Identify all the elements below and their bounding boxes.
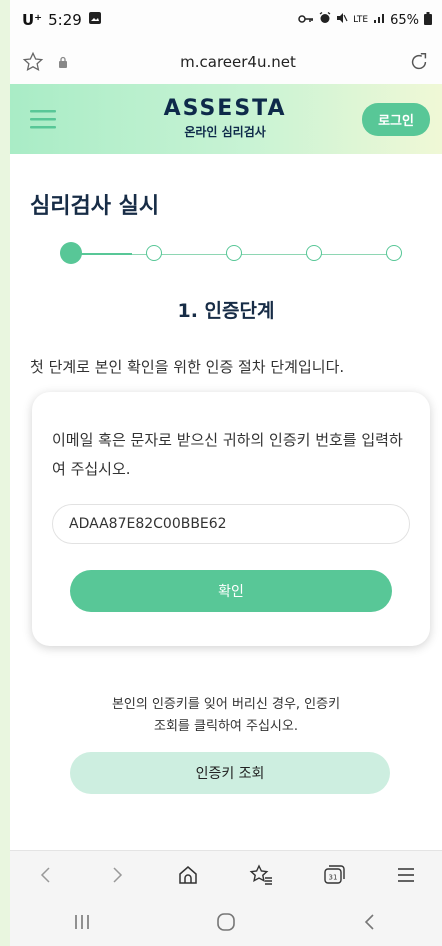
browser-toolbar: 31 <box>10 850 442 899</box>
home-icon[interactable] <box>177 864 199 886</box>
menu-icon[interactable] <box>395 864 417 886</box>
app-header: ASSESTA 온라인 심리검사 로그인 <box>10 84 442 154</box>
forgot-key-note: 본인의 인증키를 잊어 버리신 경우, 인증키 조회를 클릭하여 주십시오. <box>10 694 442 738</box>
auth-card: 이메일 혹은 문자로 받으신 귀하의 인증키 번호를 입력하여 주십시오. 확인 <box>32 392 430 646</box>
main-content: 심리검사 실시 1. 인증단계 첫 단계로 본인 확인을 위한 인증 절차 단계… <box>10 154 442 850</box>
battery-icon <box>424 11 432 29</box>
mute-icon <box>336 12 348 28</box>
signal-icon <box>373 12 385 28</box>
android-nav-bar <box>10 898 442 946</box>
home-nav-icon[interactable] <box>215 911 237 933</box>
logo[interactable]: ASSESTA 온라인 심리검사 <box>164 98 287 140</box>
logo-title: ASSESTA <box>163 96 287 121</box>
back-nav-icon[interactable] <box>359 911 381 933</box>
status-bar: U⁺ 5:29 LTE 65% <box>10 0 442 40</box>
step-2-dot <box>146 245 162 261</box>
step-heading: 1. 인증단계 <box>177 300 275 322</box>
progress-stepper <box>60 242 402 266</box>
browser-url-bar: m.career4u.net <box>10 40 442 84</box>
forward-arrow-icon[interactable] <box>106 864 128 886</box>
step-4-dot <box>306 245 322 261</box>
back-arrow-icon[interactable] <box>35 864 57 886</box>
step-5-dot <box>386 245 402 261</box>
hamburger-menu-icon[interactable] <box>30 108 58 130</box>
step-1-dot <box>60 242 82 264</box>
logo-subtitle: 온라인 심리검사 <box>184 125 266 139</box>
confirm-button[interactable]: 확인 <box>70 570 392 612</box>
url-text[interactable]: m.career4u.net <box>68 53 408 71</box>
step-3-dot <box>226 245 242 261</box>
recent-apps-icon[interactable] <box>71 913 93 931</box>
status-left: U⁺ 5:29 <box>22 11 102 29</box>
key-icon <box>298 13 314 28</box>
clock: 5:29 <box>48 11 82 29</box>
bookmarks-icon[interactable] <box>249 864 273 886</box>
battery-label: 65% <box>390 12 419 28</box>
carrier-label: U⁺ <box>22 11 43 29</box>
note-line-2: 조회를 클릭하여 주십시오. <box>154 719 298 734</box>
alarm-icon <box>319 11 331 28</box>
page-title: 심리검사 실시 <box>30 194 160 219</box>
svg-text:31: 31 <box>329 874 338 882</box>
auth-instructions: 이메일 혹은 문자로 받으신 귀하의 인증키 번호를 입력하여 주십시오. <box>52 431 403 478</box>
note-line-1: 본인의 인증키를 잊어 버리신 경우, 인증키 <box>111 697 341 712</box>
auth-key-input[interactable] <box>52 504 410 544</box>
intro-text: 첫 단계로 본인 확인을 위한 인증 절차 단계입니다. <box>30 358 345 376</box>
status-right: LTE 65% <box>298 11 432 29</box>
login-button[interactable]: 로그인 <box>362 102 430 136</box>
gallery-icon <box>88 11 102 29</box>
key-lookup-button[interactable]: 인증키 조회 <box>70 752 390 794</box>
tabs-icon[interactable]: 31 <box>322 864 346 886</box>
reload-icon[interactable] <box>408 51 430 73</box>
lte-label: LTE <box>353 15 369 25</box>
bookmark-star-icon[interactable] <box>22 51 44 73</box>
lock-icon <box>58 56 68 68</box>
